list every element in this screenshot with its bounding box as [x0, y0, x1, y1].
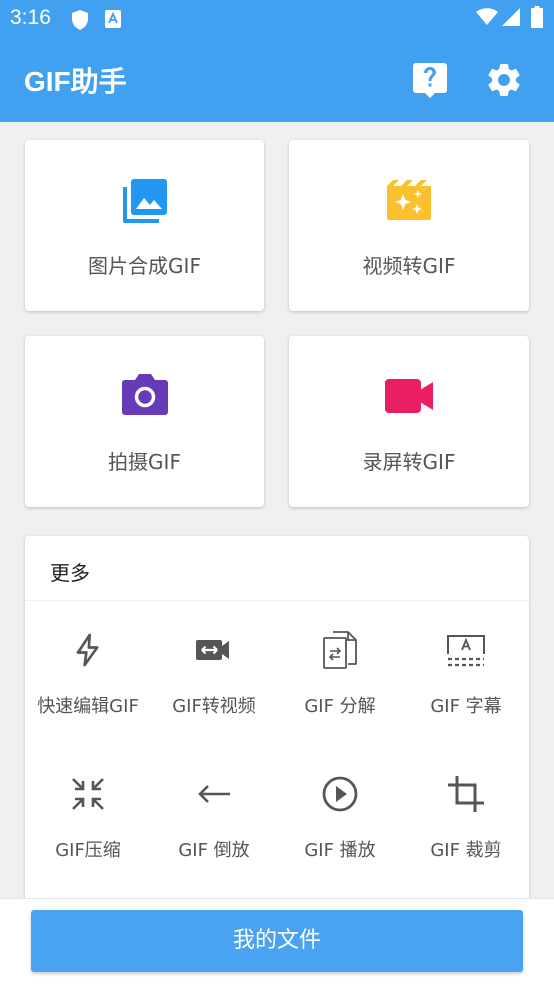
tile-screen-record-to-gif[interactable]: 录屏转GIF	[289, 336, 529, 507]
more-item-gif-split[interactable]: GIF 分解	[277, 630, 403, 750]
bottom-bar: 我的文件	[0, 898, 554, 985]
tile-label: 图片合成GIF	[88, 254, 201, 278]
tile-label: 拍摄GIF	[108, 450, 181, 474]
more-item-label: GIF 播放	[304, 840, 376, 861]
tile-label: 录屏转GIF	[362, 450, 456, 474]
app-bar: GIF助手	[0, 38, 554, 122]
movie-filter-icon	[387, 180, 431, 220]
tile-images-to-gif[interactable]: 图片合成GIF	[25, 140, 264, 311]
more-item-gif-reverse[interactable]: GIF 倒放	[151, 774, 277, 894]
more-section: 更多 快速编辑GIF GIF转视频 GIF 分解 GIF 字幕 GIF压缩 GI…	[25, 536, 529, 906]
status-time: 3:16	[10, 6, 51, 29]
flash-icon	[76, 633, 99, 667]
video-convert-icon	[196, 640, 229, 660]
compress-icon	[72, 778, 104, 810]
more-section-title: 更多	[50, 561, 90, 585]
more-item-label: GIF 裁剪	[430, 840, 502, 861]
settings-gear-icon[interactable]	[484, 60, 524, 100]
tile-video-to-gif[interactable]: 视频转GIF	[289, 140, 529, 311]
more-item-gif-compress[interactable]: GIF压缩	[25, 774, 151, 894]
more-item-quick-edit[interactable]: 快速编辑GIF	[25, 630, 151, 750]
tile-shoot-gif[interactable]: 拍摄GIF	[25, 336, 264, 507]
more-item-gif-crop[interactable]: GIF 裁剪	[403, 774, 529, 894]
shield-icon	[72, 10, 88, 30]
subtitle-icon	[447, 635, 485, 667]
status-bar: 3:16	[0, 0, 554, 38]
help-button[interactable]	[410, 60, 450, 100]
split-file-icon	[323, 631, 357, 669]
battery-icon	[531, 6, 543, 28]
my-files-button[interactable]: 我的文件	[31, 910, 523, 972]
signal-icon	[502, 8, 520, 26]
crop-icon	[448, 776, 484, 812]
play-circle-icon	[322, 776, 358, 812]
photo-library-icon	[122, 179, 167, 223]
more-item-label: GIF压缩	[55, 840, 121, 861]
more-item-label: GIF 字幕	[430, 696, 502, 717]
tile-label: 视频转GIF	[362, 254, 456, 278]
more-item-label: 快速编辑GIF	[37, 696, 139, 717]
wifi-icon	[476, 8, 498, 25]
sim-notification-icon	[105, 10, 121, 28]
more-item-label: GIF 倒放	[178, 840, 250, 861]
more-item-gif-to-video[interactable]: GIF转视频	[151, 630, 277, 750]
more-item-gif-play[interactable]: GIF 播放	[277, 774, 403, 894]
app-title: GIF助手	[24, 66, 127, 97]
section-divider	[25, 600, 529, 601]
videocam-icon	[385, 379, 433, 413]
arrow-back-icon	[198, 785, 230, 803]
more-item-gif-subtitle[interactable]: GIF 字幕	[403, 630, 529, 750]
camera-icon	[121, 374, 168, 415]
more-item-label: GIF转视频	[172, 696, 256, 717]
more-item-label: GIF 分解	[304, 696, 376, 717]
